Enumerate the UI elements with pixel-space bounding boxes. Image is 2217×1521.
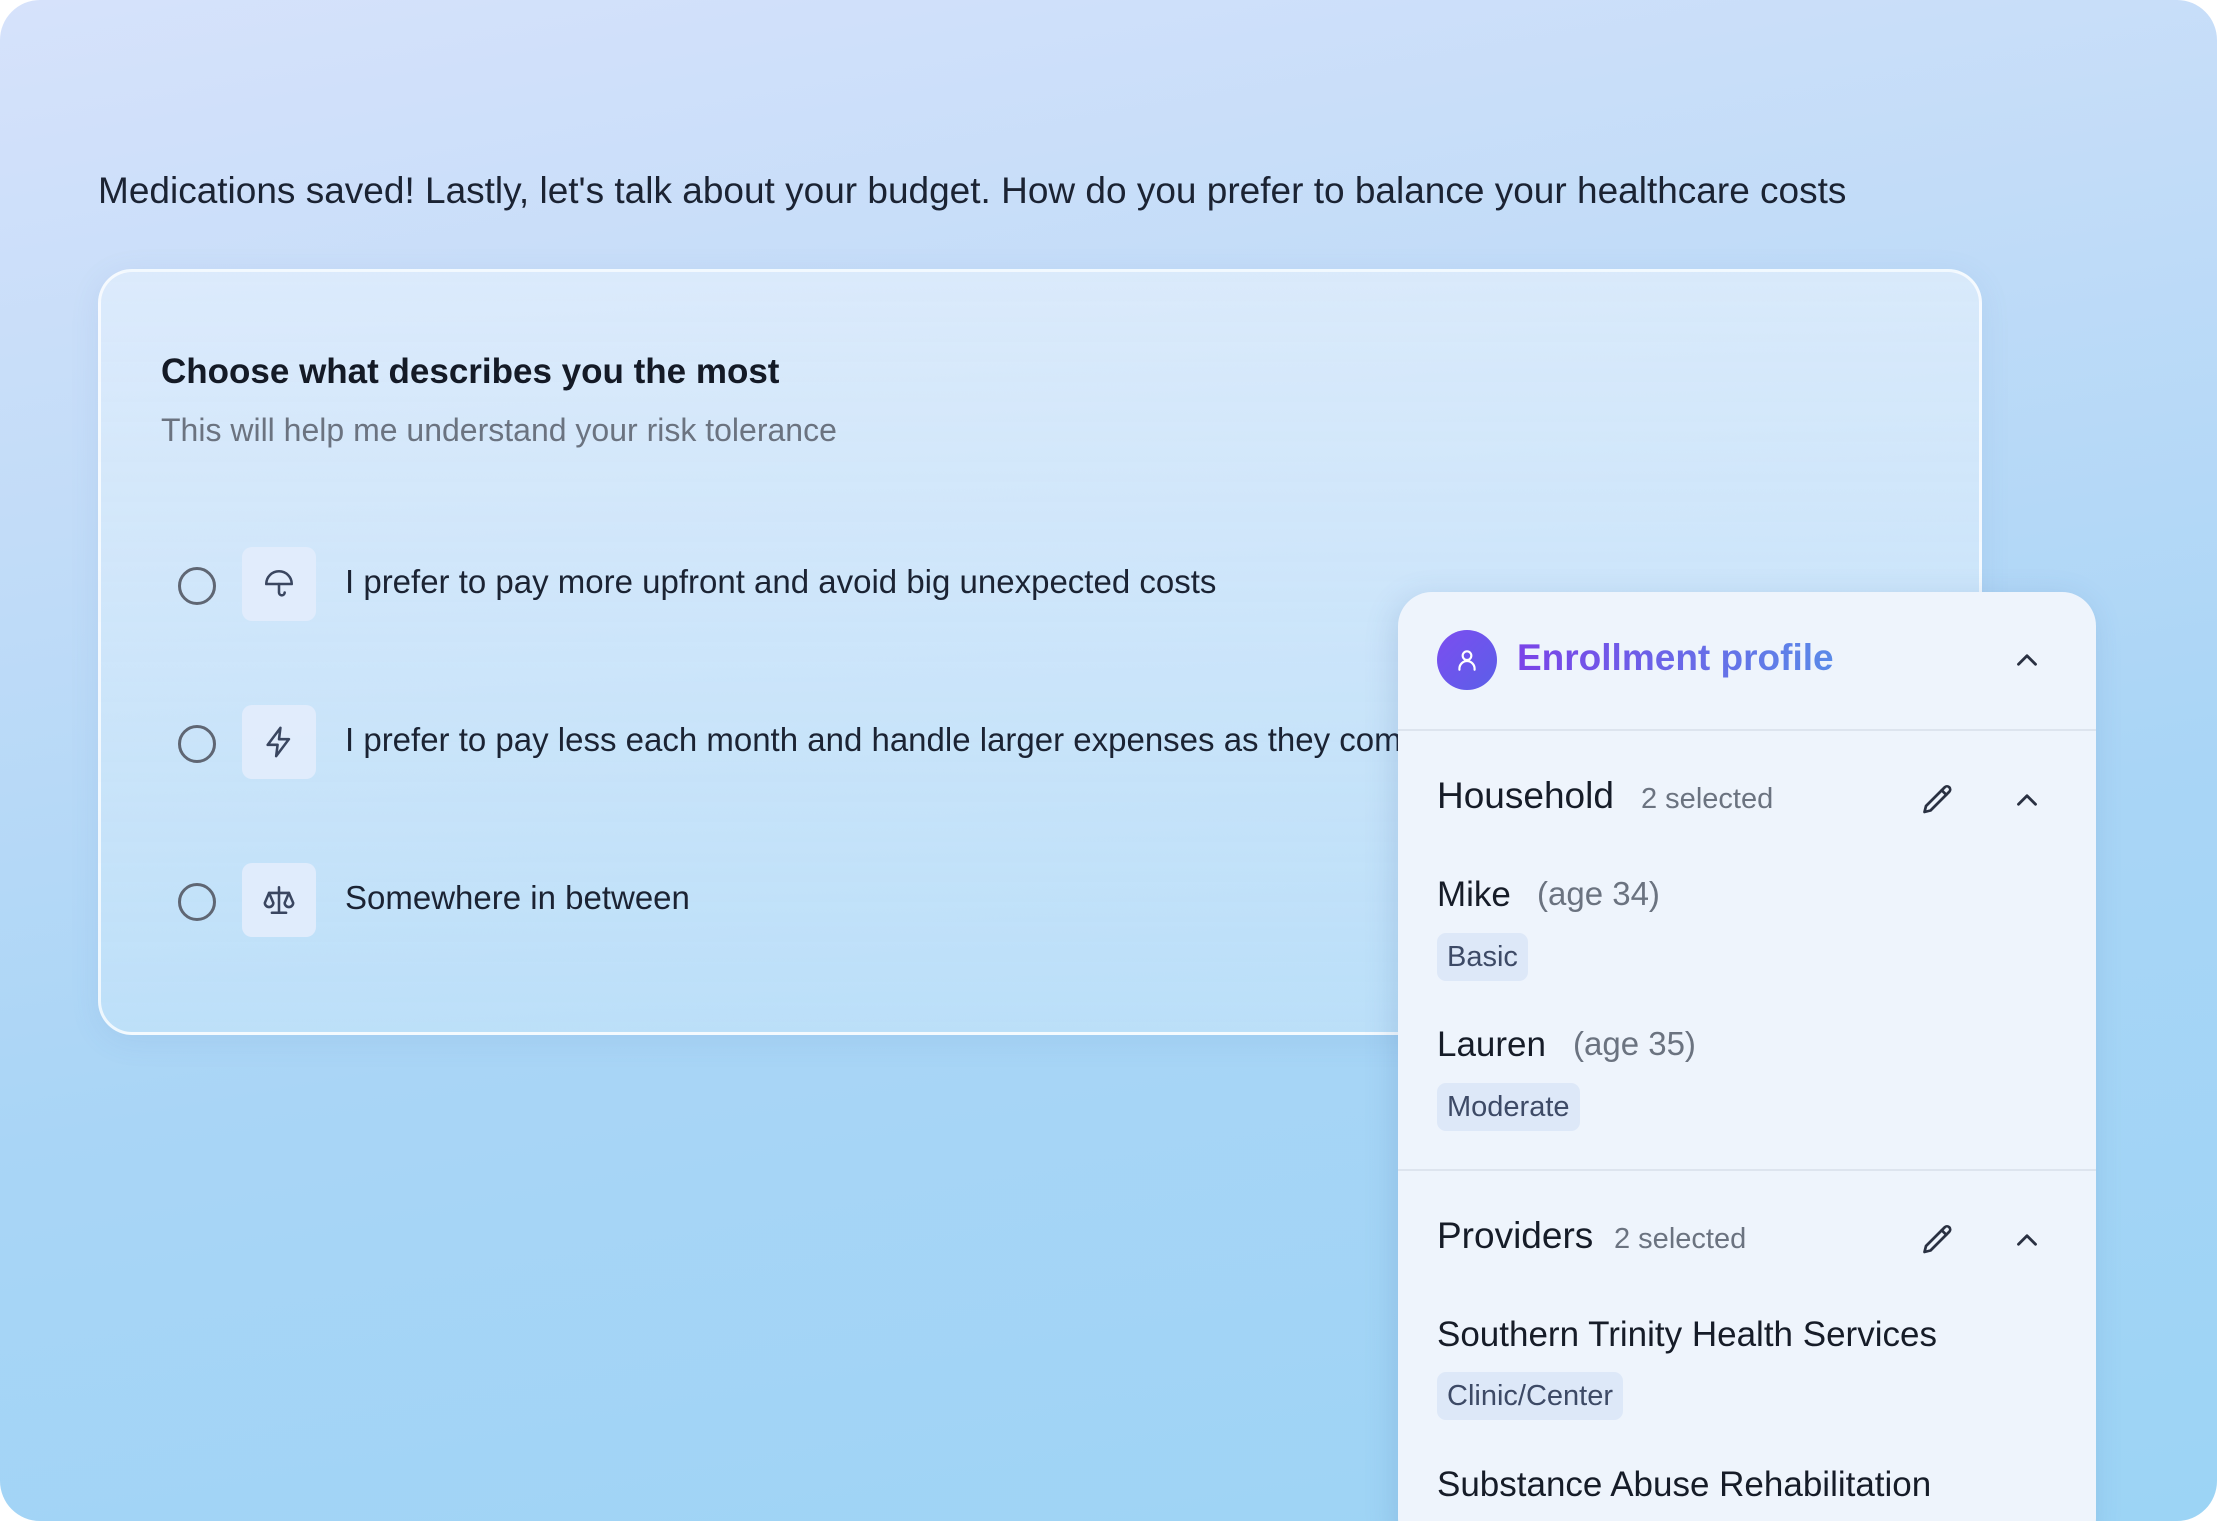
- panel-header[interactable]: Enrollment profile: [1398, 592, 2096, 731]
- user-icon: [1437, 630, 1497, 690]
- chevron-up-icon[interactable]: [2010, 1223, 2044, 1257]
- question-title: Choose what describes you the most: [161, 352, 780, 391]
- radio-button[interactable]: [178, 567, 216, 605]
- member-plan-tag: Basic: [1437, 933, 1528, 981]
- lightning-icon: [242, 705, 316, 779]
- scale-icon: [242, 863, 316, 937]
- app-frame: Medications saved! Lastly, let's talk ab…: [0, 0, 2217, 1521]
- member-name: Lauren: [1437, 1025, 1546, 1064]
- enrollment-profile-panel: Enrollment profile Household 2 selected …: [1398, 592, 2096, 1521]
- radio-button[interactable]: [178, 725, 216, 763]
- provider-name: Substance Abuse Rehabilitation: [1437, 1465, 1932, 1504]
- chevron-up-icon[interactable]: [2010, 643, 2044, 677]
- member-age: (age 35): [1573, 1025, 1696, 1062]
- assistant-message: Medications saved! Lastly, let's talk ab…: [98, 170, 1847, 211]
- providers-title: Providers: [1437, 1215, 1594, 1256]
- edit-providers-icon[interactable]: [1920, 1222, 1956, 1258]
- radio-button[interactable]: [178, 883, 216, 921]
- section-divider: [1398, 1169, 2096, 1171]
- member-age: (age 34): [1537, 875, 1660, 912]
- edit-household-icon[interactable]: [1920, 782, 1956, 818]
- providers-count: 2 selected: [1614, 1223, 1747, 1255]
- option-label: I prefer to pay less each month and hand…: [345, 721, 1420, 758]
- panel-title: Enrollment profile: [1517, 637, 1834, 678]
- household-count: 2 selected: [1641, 783, 1774, 815]
- option-label: I prefer to pay more upfront and avoid b…: [345, 563, 1217, 600]
- provider-name: Southern Trinity Health Services: [1437, 1315, 1937, 1354]
- question-subtitle: This will help me understand your risk t…: [161, 412, 837, 448]
- household-title: Household: [1437, 775, 1614, 816]
- provider-type-tag: Clinic/Center: [1437, 1372, 1623, 1420]
- member-name: Mike: [1437, 875, 1511, 914]
- member-plan-tag: Moderate: [1437, 1083, 1580, 1131]
- option-label: Somewhere in between: [345, 879, 690, 916]
- chevron-up-icon[interactable]: [2010, 783, 2044, 817]
- umbrella-icon: [242, 547, 316, 621]
